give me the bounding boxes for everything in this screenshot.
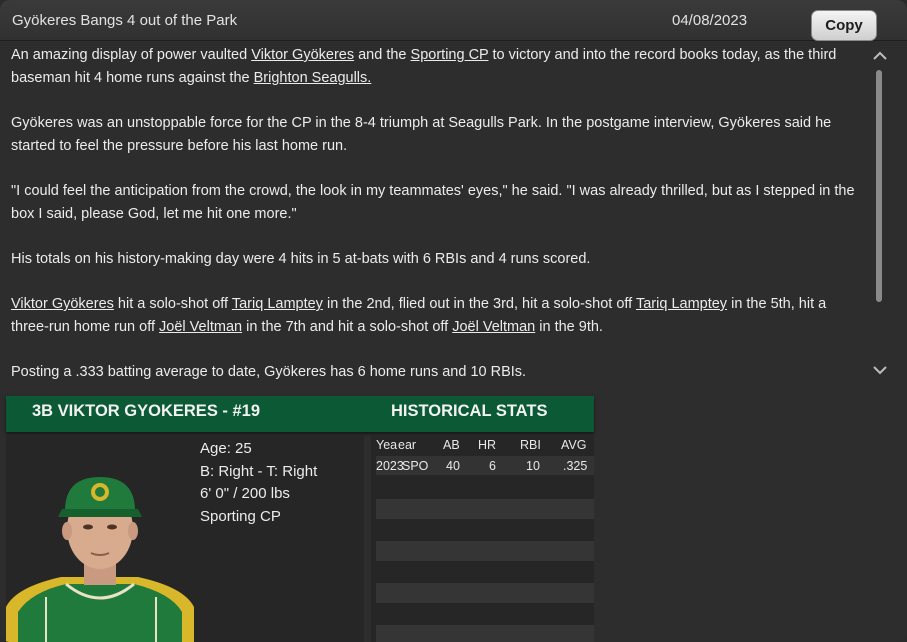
stats-header-year-1: Yea — [376, 438, 398, 452]
article-link[interactable]: Viktor Gyökeres — [11, 296, 114, 312]
article-link[interactable]: Joël Veltman — [452, 319, 535, 335]
stat-rbi: 10 — [526, 459, 540, 473]
player-name-link[interactable]: 3B VIKTOR GYOKERES - #19 — [32, 402, 260, 421]
stat-team: SPO — [402, 459, 429, 473]
historical-stats-table: Yea ear AB HR RBI AVG 2023 SPO 40 6 10 .… — [371, 435, 594, 642]
player-team-link[interactable]: Sporting CP — [200, 506, 317, 529]
stats-header-avg: AVG — [561, 438, 587, 452]
article-header-bar: Gyökeres Bangs 4 out of the Park 04/08/2… — [0, 0, 907, 41]
article-paragraph-5: Viktor Gyökeres hit a solo-shot off Tari… — [11, 293, 856, 339]
stats-header-year-2: ear — [398, 438, 417, 452]
article-link[interactable]: Tariq Lamptey — [232, 296, 323, 312]
player-card-header: 3B VIKTOR GYOKERES - #19 HISTORICAL STAT… — [6, 396, 594, 432]
stat-year: 2023 — [376, 459, 404, 473]
empty-row — [376, 625, 594, 642]
article-paragraph-4: His totals on his history-making day wer… — [11, 251, 591, 267]
article-link[interactable]: Brighton Seagulls. — [254, 70, 372, 86]
article-link[interactable]: Joël Veltman — [159, 319, 242, 335]
news-article-window: Gyökeres Bangs 4 out of the Park 04/08/2… — [0, 0, 907, 642]
empty-row — [376, 583, 594, 603]
historical-stats-title: HISTORICAL STATS — [391, 402, 548, 420]
article-paragraph-1: An amazing display of power vaulted Vikt… — [11, 44, 856, 90]
stats-header-hr: HR — [478, 438, 497, 452]
article-text: and the — [354, 47, 411, 63]
stat-hr: 6 — [489, 459, 496, 473]
player-age: Age: 25 — [200, 440, 252, 457]
article-paragraph-3: "I could feel the anticipation from the … — [11, 183, 855, 222]
scrollbar-thumb[interactable] — [876, 70, 882, 302]
player-portrait-image — [6, 477, 194, 642]
empty-row — [376, 499, 594, 519]
stats-header-rbi: RBI — [520, 438, 541, 452]
article-link[interactable]: Tariq Lamptey — [636, 296, 727, 312]
article-title: Gyökeres Bangs 4 out of the Park — [12, 12, 238, 29]
article-date: 04/08/2023 — [672, 12, 748, 29]
stat-ab: 40 — [446, 459, 460, 473]
copy-button[interactable]: Copy — [811, 10, 877, 41]
player-bats-throws: B: Right - T: Right — [200, 462, 318, 480]
article-body: An amazing display of power vaulted Vikt… — [11, 44, 856, 389]
stat-avg: .325 — [563, 459, 588, 473]
player-bio: Age: 25 B: Right - T: Right 6' 0" / 200 … — [200, 438, 317, 528]
article-paragraph-2: Gyökeres was an unstoppable force for th… — [11, 115, 832, 154]
article-link[interactable]: Viktor Gyökeres — [251, 47, 354, 63]
article-text: in the 9th. — [535, 319, 603, 335]
stats-header-ab: AB — [443, 438, 460, 452]
article-text: hit a solo-shot off — [113, 296, 232, 312]
chevron-down-icon[interactable] — [871, 362, 889, 380]
empty-row — [376, 541, 594, 561]
table-row[interactable]: 2023 SPO 40 6 10 .325 — [376, 456, 594, 475]
article-text: An amazing display of power vaulted — [11, 47, 252, 63]
player-height-weight: 6' 0" / 200 lbs — [200, 485, 290, 502]
article-text: in the 7th and hit a solo-shot off — [242, 319, 453, 335]
article-paragraph-6: Posting a .333 batting average to date, … — [11, 364, 527, 380]
chevron-up-icon[interactable] — [871, 48, 889, 66]
article-text: in the 2nd, flied out in the 3rd, hit a … — [322, 296, 636, 312]
article-link[interactable]: Sporting CP — [411, 47, 489, 63]
